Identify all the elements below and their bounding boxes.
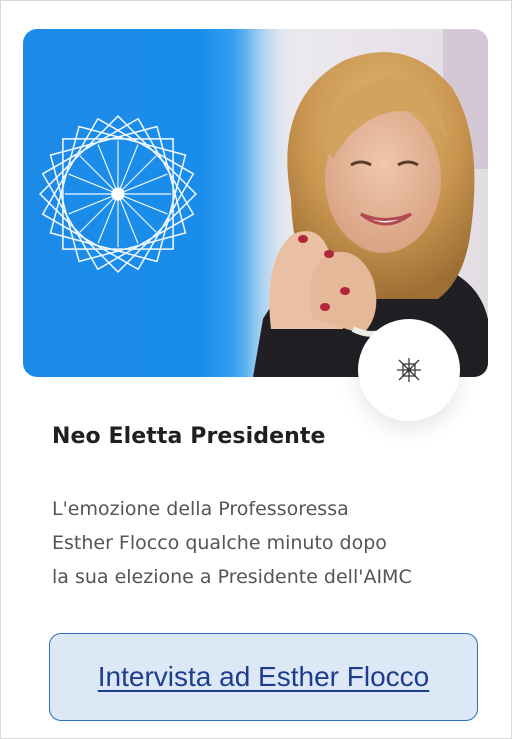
interview-link-button[interactable]: Intervista ad Esther Flocco [49, 633, 478, 721]
aimc-logo-icon [397, 358, 421, 382]
logo-badge [358, 319, 460, 421]
card-title: Neo Eletta Presidente [52, 424, 326, 449]
star-pattern-icon [39, 115, 197, 273]
description-line: la sua elezione a Presidente dell'AIMC [52, 566, 412, 588]
description-line: L'emozione della Professoressa [52, 498, 349, 520]
card: Neo Eletta Presidente L'emozione della P… [0, 0, 512, 739]
description-line: Esther Flocco qualche minuto dopo [52, 532, 387, 554]
interview-link[interactable]: Intervista ad Esther Flocco [98, 661, 429, 693]
card-description: L'emozione della Professoressa Esther Fl… [52, 492, 472, 594]
portrait-photo [233, 29, 488, 377]
